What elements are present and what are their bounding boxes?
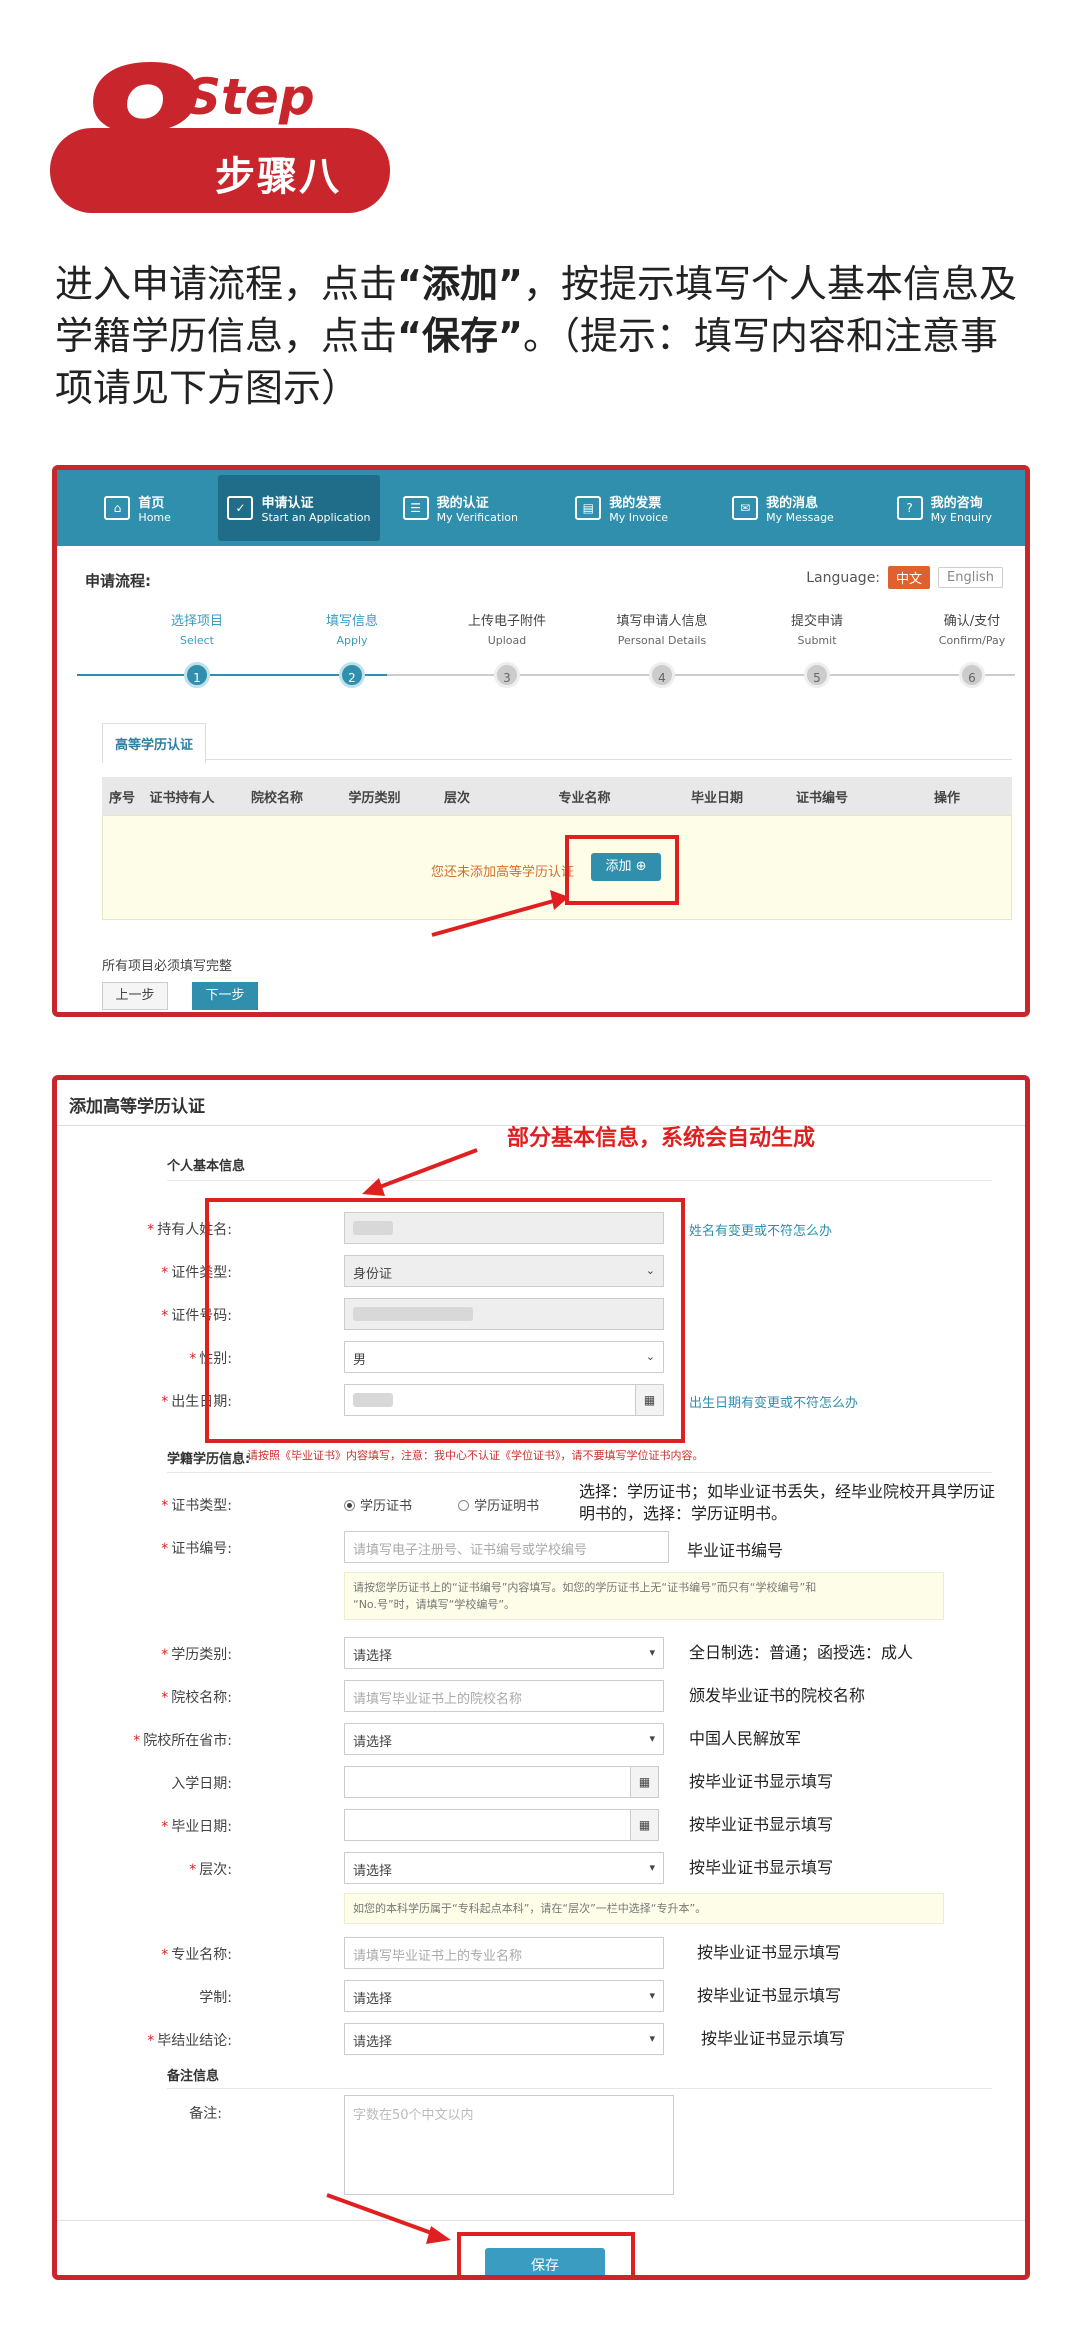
conclusion-select[interactable]: 请选择 ▾ xyxy=(344,2023,664,2055)
nav-home[interactable]: ⌂ 首页 Home xyxy=(57,470,218,546)
step-badge: 8 Step 步骤八 xyxy=(50,43,390,233)
annotation-auto-generated: 部分基本信息，系统会自动生成 xyxy=(507,1126,816,1151)
remark-label: 备注: xyxy=(189,2106,222,2122)
caret-down-icon: ▾ xyxy=(649,1989,655,2002)
school-field[interactable]: 请填写毕业证书上的院校名称 xyxy=(344,1680,664,1712)
prev-step-button[interactable]: 上一步 xyxy=(102,982,168,1010)
enquiry-icon: ? xyxy=(896,496,923,520)
language-label: Language: xyxy=(806,569,881,586)
application-panel: ⌂ 首页 Home ✓ 申请认证 Start an Application ☰ 我的认证 M… xyxy=(52,465,1030,1017)
nav-start-application[interactable]: ✓ 申请认证 Start an Application xyxy=(218,475,380,541)
section-personal: 个人基本信息 xyxy=(167,1159,246,1174)
grad-date-field[interactable]: ▦ xyxy=(344,1809,659,1841)
verification-icon: ☰ xyxy=(402,496,429,520)
step-upload: 上传电子附件 Upload 3 xyxy=(437,610,577,688)
cert-type-option-diploma[interactable]: 学历证书 xyxy=(344,1499,412,1514)
home-icon: ⌂ xyxy=(104,496,131,520)
top-nav: ⌂ 首页 Home ✓ 申请认证 Start an Application ☰ 我的认证 M… xyxy=(57,470,1025,546)
step-title: 步骤八 xyxy=(215,154,341,200)
step-confirm-pay: 确认/支付 Confirm/Pay 6 xyxy=(902,610,1025,688)
section-education: 学籍学历信息: xyxy=(167,1452,251,1467)
step-select: 选择项目 Select 1 xyxy=(127,610,267,688)
nav-my-enquiry[interactable]: ? 我的咨询 My Enquiry xyxy=(864,470,1025,546)
education-warning: 请按照《毕业证书》内容填写，注意：我中心不认证《学位证书》，请不要填写学位证书内… xyxy=(247,1449,704,1462)
tab-higher-education[interactable]: 高等学历认证 xyxy=(102,723,207,763)
edu-type-row: * 学历类别: 请选择 ▾ 全日制选：普通；函授选：成人 xyxy=(57,1637,1025,1669)
caret-down-icon: ▾ xyxy=(649,1732,655,1745)
apply-icon: ✓ xyxy=(227,496,254,520)
birth-change-link[interactable]: 出生日期有变更或不符怎么办 xyxy=(689,1392,858,1411)
study-system-row: 学制: 请选择 ▾ 按毕业证书显示填写 xyxy=(57,1980,1025,2012)
level-hint: 如您的本科学历属于“专科起点本科”，请在“层次”一栏中选择“专升本”。 xyxy=(344,1893,944,1924)
province-select[interactable]: 请选择 ▾ xyxy=(344,1723,664,1755)
step-personal-details: 填写申请人信息 Personal Details 4 xyxy=(592,610,732,688)
enroll-date-row: 入学日期: ▦ 按毕业证书显示填写 xyxy=(57,1766,1025,1798)
lang-chinese-button[interactable]: 中文 xyxy=(888,566,931,589)
nav-my-verification[interactable]: ☰ 我的认证 My Verification xyxy=(380,470,541,546)
step-apply: 填写信息 Apply 2 xyxy=(282,610,422,688)
flow-title: 申请流程: xyxy=(85,572,151,590)
level-row: * 层次: 请选择 ▾ 按毕业证书显示填写 xyxy=(57,1852,1025,1884)
step-submit: 提交申请 Submit 5 xyxy=(747,610,887,688)
language-switch: Language: 中文 English xyxy=(806,566,1003,589)
nav-my-invoice[interactable]: ▤ 我的发票 My Invoice xyxy=(541,470,702,546)
section-divider xyxy=(167,2088,992,2089)
caret-down-icon: ▾ xyxy=(649,1646,655,1659)
highlight-box-personal xyxy=(205,1198,685,1443)
cert-type-radios: 学历证书 学历证明书 xyxy=(344,1495,539,1514)
nav-my-message[interactable]: ✉ 我的消息 My Message xyxy=(702,470,863,546)
study-system-select[interactable]: 请选择 ▾ xyxy=(344,1980,664,2012)
caret-down-icon: ▾ xyxy=(649,1861,655,1874)
major-row: * 专业名称: 请填写毕业证书上的专业名称 按毕业证书显示填写 xyxy=(57,1937,1025,1969)
section-divider xyxy=(167,1472,992,1473)
add-form-panel: 添加高等学历认证 部分基本信息，系统会自动生成 个人基本信息 * 持有人姓名: 姓… xyxy=(52,1075,1030,2280)
table-empty-row: 您还未添加高等学历认证 添加 ⊕ xyxy=(102,815,1012,920)
highlight-box-save xyxy=(457,2232,635,2275)
next-step-button[interactable]: 下一步 xyxy=(192,982,258,1010)
major-field[interactable]: 请填写毕业证书上的专业名称 xyxy=(344,1937,664,1969)
cert-number-field[interactable]: 请填写电子注册号、证书编号或学校编号 xyxy=(344,1531,669,1563)
caret-down-icon: ▾ xyxy=(649,2032,655,2045)
remark-textarea[interactable]: 字数在50个中文以内 xyxy=(344,2095,674,2195)
table-header: 序号 证书持有人 院校名称 学历类别 层次 专业名称 毕业日期 证书编号 操作 xyxy=(102,777,1012,815)
radio-unchecked-icon xyxy=(458,1500,470,1511)
cert-number-hint: 请按您学历证书上的“证书编号”内容填写。如您的学历证书上无“证书编号”而只有“学… xyxy=(344,1572,944,1620)
highlight-box-add xyxy=(565,835,679,905)
conclusion-row: * 毕结业结论: 请选择 ▾ 按毕业证书显示填写 xyxy=(57,2023,1025,2055)
radio-checked-icon xyxy=(344,1500,355,1511)
step-word: Step xyxy=(185,68,315,126)
cert-type-row: * 证书类型: 学历证书 学历证明书 选择：学历证书；如毕业证书丢失，经毕业院校开… xyxy=(161,1482,996,1523)
tab-divider xyxy=(102,759,1012,760)
message-icon: ✉ xyxy=(732,496,759,520)
form-footer-divider xyxy=(57,2220,1025,2221)
required-note: 所有项目必须填写完整 xyxy=(102,959,233,974)
grad-date-row: * 毕业日期: ▦ 按毕业证书显示填写 xyxy=(57,1809,1025,1841)
calendar-icon: ▦ xyxy=(630,1767,658,1797)
edu-type-select[interactable]: 请选择 ▾ xyxy=(344,1637,664,1669)
empty-message: 您还未添加高等学历认证 xyxy=(431,865,575,880)
intro-text: 进入申请流程，点击“添加”，按提示填写个人基本信息及学籍学历信息，点击“保存”。… xyxy=(55,262,1017,410)
name-change-link[interactable]: 姓名有变更或不符怎么办 xyxy=(689,1220,832,1239)
calendar-icon: ▦ xyxy=(630,1810,658,1840)
lang-english-button[interactable]: English xyxy=(938,567,1003,588)
section-remark: 备注信息 xyxy=(167,2069,220,2084)
cert-type-option-certificate[interactable]: 学历证明书 xyxy=(458,1499,539,1514)
progress-steps: 选择项目 Select 1 填写信息 Apply 2 上传电子附件 Upload 3 填写申… xyxy=(77,610,1015,700)
invoice-icon: ▤ xyxy=(575,496,602,520)
school-row: * 院校名称: 请填写毕业证书上的院校名称 颁发毕业证书的院校名称 xyxy=(57,1680,1025,1712)
enroll-date-field[interactable]: ▦ xyxy=(344,1766,659,1798)
level-select[interactable]: 请选择 ▾ xyxy=(344,1852,664,1884)
cert-number-row: * 证书编号: 请填写电子注册号、证书编号或学校编号 毕业证书编号 xyxy=(57,1531,1025,1563)
section-divider xyxy=(167,1180,992,1181)
province-row: * 院校所在省市: 请选择 ▾ 中国人民解放军 xyxy=(57,1723,1025,1755)
form-title: 添加高等学历认证 xyxy=(69,1097,205,1117)
